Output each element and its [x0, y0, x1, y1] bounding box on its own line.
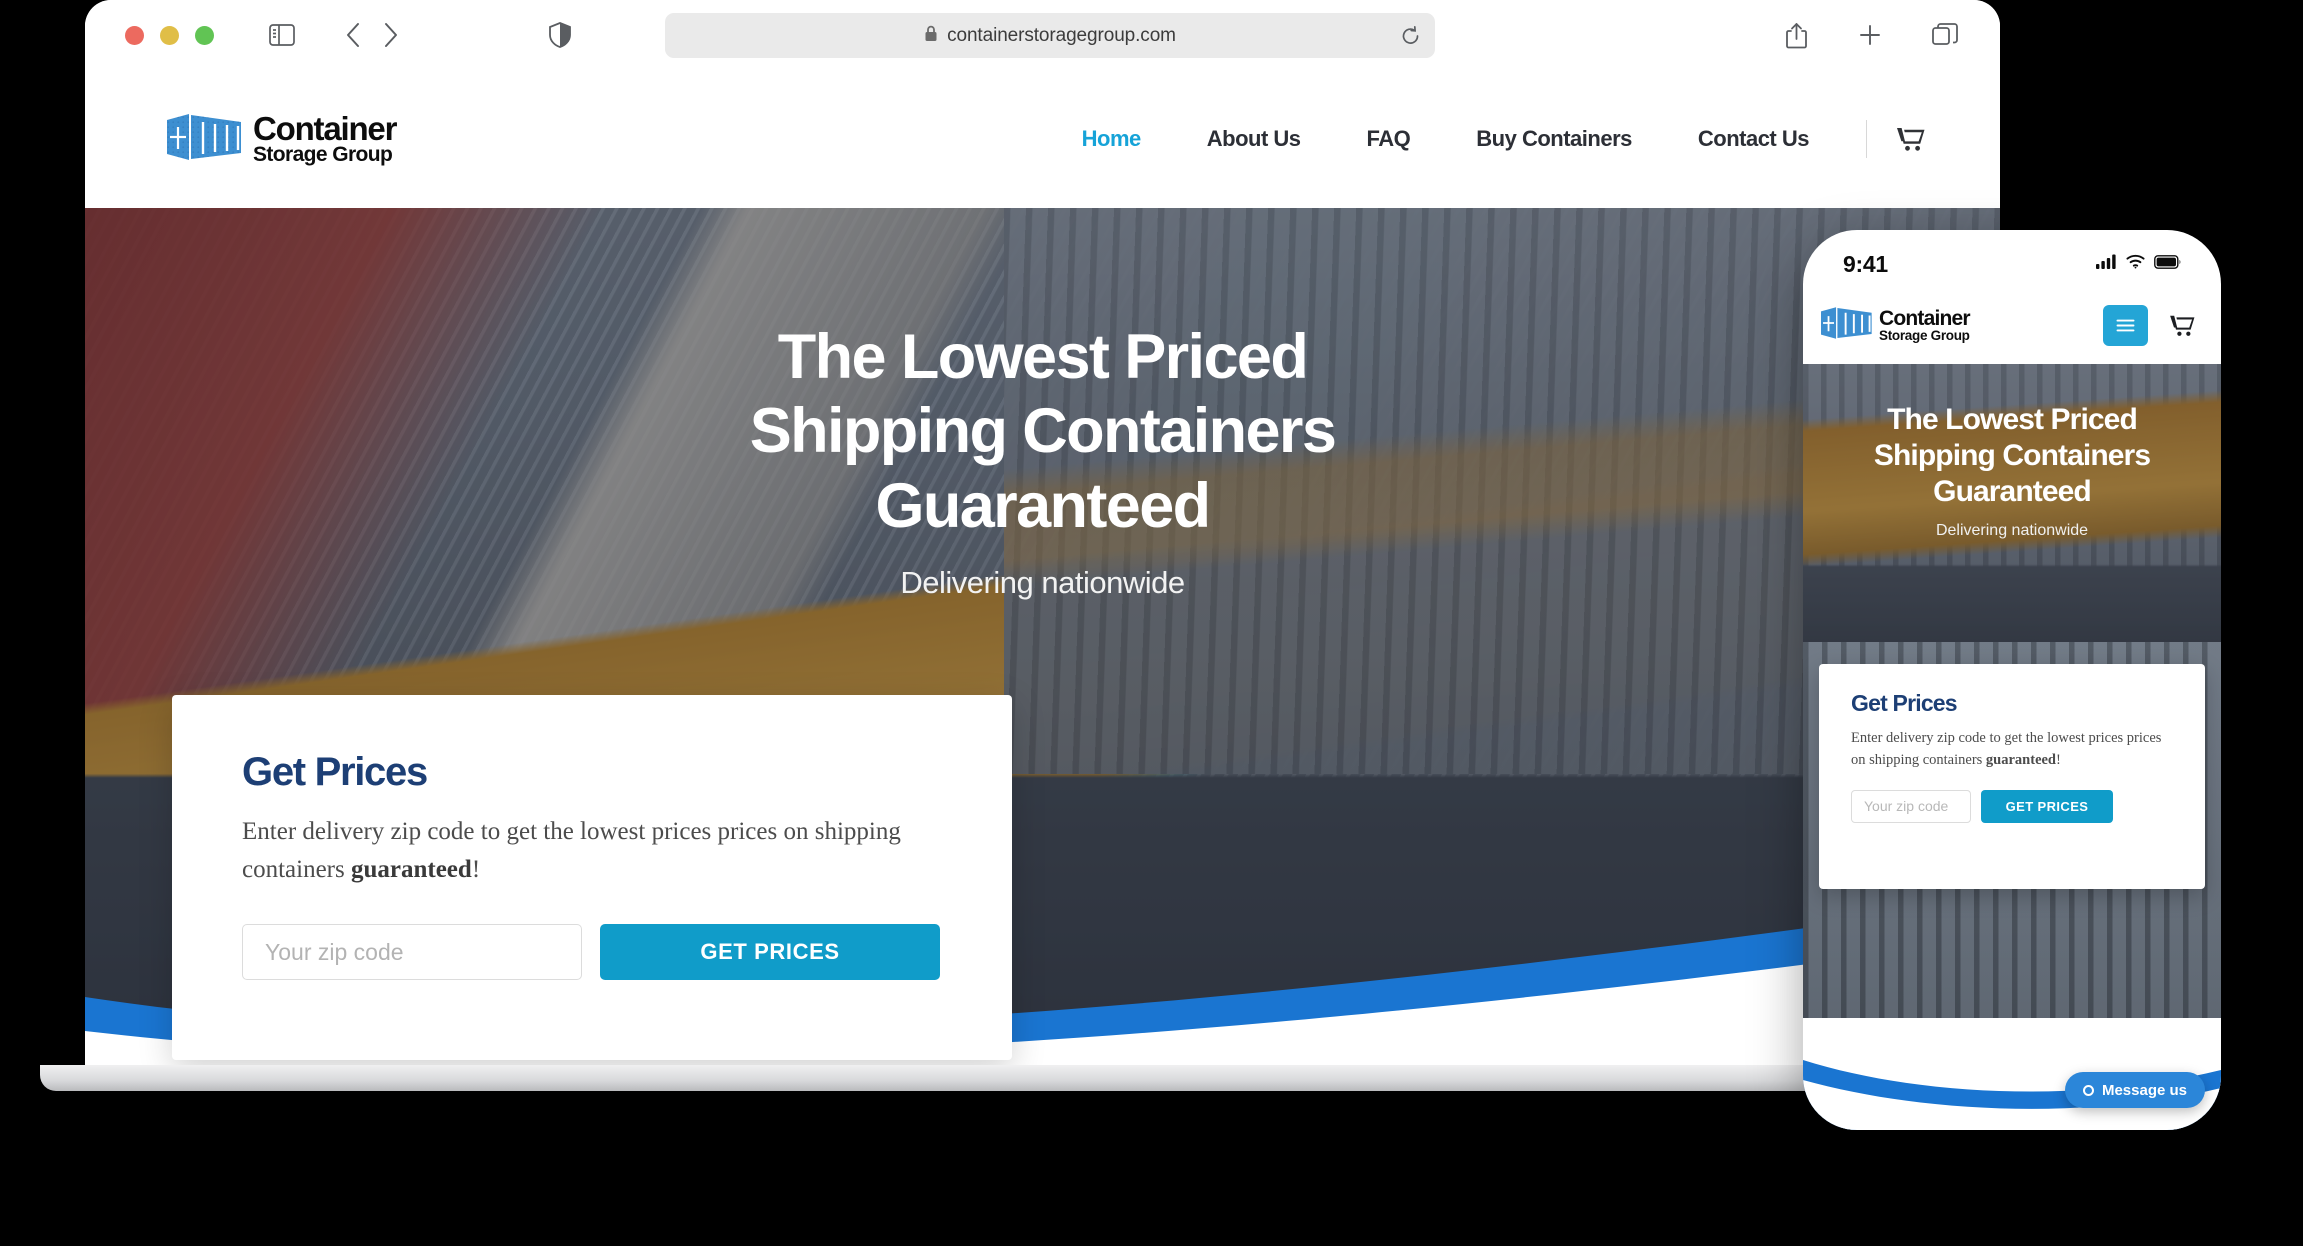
get-prices-description-suffix: ! — [471, 855, 481, 883]
hero-headline-line-2: Shipping Containers — [749, 396, 1337, 467]
browser-window: containerstoragegroup.com Container Stor… — [85, 0, 2000, 1065]
phone-mockup: 9:41 Container Storage Group The Lowest … — [1803, 230, 2221, 1130]
shipping-container-icon — [1821, 305, 1873, 346]
hamburger-menu-icon[interactable] — [2103, 304, 2148, 346]
phone-logo-text: Container Storage Group — [1879, 306, 1971, 343]
site-logo[interactable]: Container Storage Group — [167, 110, 397, 168]
get-prices-submit-button[interactable]: GET PRICES — [600, 924, 940, 980]
wifi-icon — [2126, 254, 2145, 274]
get-prices-description: Enter delivery zip code to get the lowes… — [242, 813, 942, 888]
address-bar[interactable]: containerstoragegroup.com — [665, 13, 1435, 58]
tab-overview-icon[interactable] — [1932, 23, 1958, 47]
nav-item-about-us[interactable]: About Us — [1174, 126, 1334, 152]
battery-icon — [2154, 254, 2181, 274]
shipping-container-icon — [167, 111, 243, 168]
nav-item-buy-containers[interactable]: Buy Containers — [1443, 126, 1665, 152]
window-traffic-lights — [125, 25, 214, 45]
maximize-window-button[interactable] — [195, 25, 214, 45]
browser-toolbar: containerstoragegroup.com — [85, 0, 2000, 70]
phone-status-bar: 9:41 — [1803, 230, 2221, 286]
shopping-cart-icon[interactable] — [1897, 126, 1925, 152]
phone-site-header: Container Storage Group — [1803, 286, 2221, 364]
hero-subtitle: Delivering nationwide — [900, 564, 1185, 600]
site-logo-text: Container Storage Group — [253, 110, 397, 166]
chevron-right-icon[interactable] — [383, 22, 399, 48]
phone-get-prices-description-bold: guaranteed — [1985, 752, 2057, 769]
lock-icon — [924, 25, 938, 47]
get-prices-card: Get Prices Enter delivery zip code to ge… — [172, 695, 1012, 1060]
message-us-label: Message us — [2101, 1081, 2187, 1099]
phone-get-prices-description: Enter delivery zip code to get the lowes… — [1851, 727, 2173, 772]
logo-line-primary: Container — [253, 110, 397, 148]
zip-code-input[interactable] — [242, 924, 582, 980]
phone-status-icons — [2096, 254, 2181, 274]
site-header: Container Storage Group Home About Us FA… — [85, 70, 2000, 208]
get-prices-form: GET PRICES — [242, 924, 942, 980]
phone-zip-code-input[interactable] — [1851, 789, 1971, 823]
get-prices-description-prefix: Enter delivery zip code to get the lowes… — [242, 818, 901, 883]
phone-logo-line-secondary: Storage Group — [1879, 327, 1970, 343]
phone-get-prices-title: Get Prices — [1851, 690, 1958, 716]
phone-hero-headline-line-2: Shipping Containers — [1873, 439, 2151, 472]
plus-icon[interactable] — [1858, 23, 1882, 47]
get-prices-title: Get Prices — [242, 750, 428, 794]
screenshot-stage: containerstoragegroup.com Container Stor… — [0, 0, 2303, 1246]
chevron-left-icon[interactable] — [345, 22, 361, 48]
nav-divider — [1866, 120, 1867, 158]
phone-body-section: Get Prices Enter delivery zip code to ge… — [1803, 642, 2221, 1130]
phone-site-logo[interactable]: Container Storage Group — [1821, 305, 1971, 346]
minimize-window-button[interactable] — [160, 25, 179, 45]
message-us-chat-button[interactable]: Message us — [2064, 1072, 2205, 1108]
phone-hero-headline: The Lowest Priced Shipping Containers Gu… — [1873, 402, 2151, 510]
laptop-base — [40, 1065, 2045, 1091]
main-navigation: Home About Us FAQ Buy Containers Contact… — [1049, 120, 1925, 158]
hero-headline-line-1: The Lowest Priced — [777, 322, 1309, 392]
nav-item-faq[interactable]: FAQ — [1334, 126, 1444, 152]
chat-circle-icon — [2082, 1084, 2094, 1096]
address-bar-text: containerstoragegroup.com — [947, 24, 1176, 46]
phone-hero-headline-line-1: The Lowest Priced — [1887, 403, 2138, 436]
browser-toolbar-right — [1785, 0, 1958, 70]
hero-section: The Lowest Priced Shipping Containers Gu… — [85, 208, 2000, 1065]
nav-item-contact-us[interactable]: Contact Us — [1665, 126, 1842, 152]
nav-item-home[interactable]: Home — [1049, 126, 1174, 152]
phone-get-prices-card: Get Prices Enter delivery zip code to ge… — [1819, 664, 2205, 889]
share-icon[interactable] — [1785, 22, 1808, 49]
phone-hero-section: The Lowest Priced Shipping Containers Gu… — [1803, 364, 2221, 642]
sidebar-icon[interactable] — [269, 24, 295, 46]
phone-hero-headline-line-3: Guaranteed — [1933, 475, 2092, 508]
phone-hero-content: The Lowest Priced Shipping Containers Gu… — [1803, 364, 2221, 642]
reload-icon[interactable] — [1400, 25, 1421, 46]
phone-get-prices-submit-button[interactable]: GET PRICES — [1981, 789, 2113, 823]
phone-logo-line-primary: Container — [1879, 306, 1971, 330]
phone-header-actions — [2103, 304, 2195, 346]
close-window-button[interactable] — [125, 25, 144, 45]
phone-get-prices-form: GET PRICES — [1851, 789, 2173, 823]
hero-headline-line-3: Guaranteed — [875, 470, 1211, 541]
shopping-cart-icon[interactable] — [2170, 314, 2195, 337]
phone-status-time: 9:41 — [1843, 250, 1888, 277]
get-prices-description-bold: guaranteed — [350, 855, 472, 883]
shield-icon[interactable] — [549, 22, 571, 48]
phone-hero-subtitle: Delivering nationwide — [1935, 522, 2089, 539]
hero-headline: The Lowest Priced Shipping Containers Gu… — [749, 320, 1337, 543]
logo-line-secondary: Storage Group — [253, 142, 393, 166]
phone-get-prices-description-suffix: ! — [2056, 752, 2061, 769]
cellular-signal-icon — [2096, 254, 2117, 274]
